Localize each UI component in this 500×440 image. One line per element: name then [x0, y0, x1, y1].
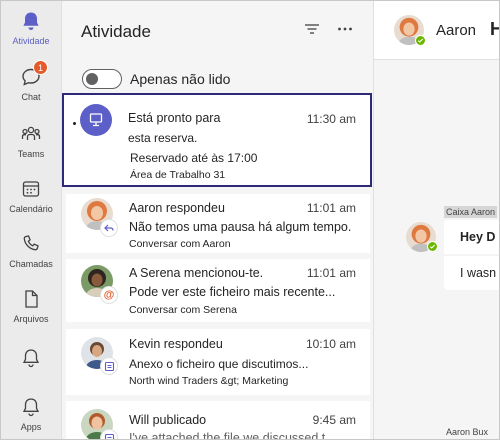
rail-item-teams[interactable]: Teams	[0, 123, 62, 159]
message-sender: Aaron Bux	[446, 427, 489, 437]
card-title: Aaron respondeu	[129, 201, 225, 215]
card-text: I've attached the file we discussed t...	[129, 431, 336, 440]
phone-icon	[23, 235, 39, 251]
page-title: Atividade	[81, 22, 151, 41]
reply-icon	[100, 219, 118, 237]
chat-pane: Aaron H Caixa Aaron Hey D I wasn Aaron B…	[374, 0, 500, 440]
message-text: Hey D	[460, 230, 496, 244]
app-rail: Atividade 1 Chat Teams Calendário Chamad…	[0, 0, 62, 440]
unread-only-toggle[interactable]	[82, 69, 122, 89]
rail-label: Chat	[21, 92, 41, 102]
card-subtitle: North wind Traders &gt; Marketing	[129, 375, 289, 387]
rail-item-calls[interactable]: Chamadas	[0, 233, 62, 269]
activity-header: Atividade	[62, 0, 373, 60]
toggle-label: Apenas não lido	[130, 71, 231, 87]
card-time: 11:01 am	[306, 266, 356, 280]
activity-card-kevin[interactable]: Kevin respondeu 10:10 am Anexo o ficheir…	[66, 329, 370, 395]
filter-icon[interactable]	[304, 22, 320, 36]
message-bubble[interactable]: Hey D	[444, 220, 500, 254]
activity-card-serena[interactable]: @ A Serena mencionou-te. 11:01 am Pode v…	[66, 259, 370, 322]
card-time: 9:45 am	[312, 413, 356, 427]
message-bubble[interactable]: I wasn	[444, 256, 500, 290]
mention-icon: @	[100, 286, 118, 304]
card-time: 11:01 am	[306, 201, 356, 215]
calendar-icon	[22, 181, 40, 197]
bell-icon	[22, 349, 40, 368]
chat-icon-wrap: 1	[20, 60, 48, 88]
unread-dot	[73, 122, 76, 125]
card-title: A Serena mencionou-te.	[129, 266, 264, 280]
activity-card-reservation[interactable]: Está pronto para 11:30 am esta reserva. …	[62, 93, 372, 187]
rail-item-activity[interactable]: Atividade	[0, 10, 62, 46]
activity-card-aaron[interactable]: Aaron respondeu 11:01 am Não temos uma p…	[66, 194, 370, 253]
message-sender: Caixa Aaron	[444, 206, 498, 218]
message-text: I wasn	[460, 266, 497, 280]
card-text: Reservado até às 17:00	[130, 151, 258, 165]
chat-header: Aaron H	[374, 0, 500, 60]
rail-item-files[interactable]: Arquivos	[0, 288, 62, 324]
teams-icon	[21, 126, 41, 140]
card-time: 11:30 am	[306, 112, 356, 126]
activity-panel: Atividade Apenas não lido Está pronto pa…	[62, 0, 374, 440]
rail-item-apps[interactable]: Apps	[0, 396, 62, 432]
card-text: esta reserva.	[128, 131, 198, 145]
rail-label: Chamadas	[9, 259, 53, 269]
card-text: Não temos uma pausa há algum tempo.	[129, 220, 352, 234]
rail-item-calendar[interactable]: Calendário	[0, 178, 62, 214]
card-title: Está pronto para	[128, 111, 221, 125]
channel-icon	[100, 357, 118, 375]
rail-item-chat[interactable]: 1 Chat	[0, 60, 62, 102]
rail-label: Atividade	[12, 36, 50, 46]
apps-icon	[22, 398, 40, 417]
activity-card-will[interactable]: Will publicado 9:45 am I've attached the…	[66, 401, 370, 440]
card-time: 10:10 am	[305, 337, 356, 351]
chat-header-extra: H	[490, 19, 500, 39]
card-subtitle: Área de Trabalho 31	[130, 169, 226, 181]
chat-contact-name[interactable]: Aaron	[436, 22, 476, 39]
card-text: Anexo o ficheiro que discutimos...	[129, 357, 309, 371]
more-icon[interactable]	[336, 22, 354, 36]
rail-label: Calendário	[9, 204, 53, 214]
rail-label: Teams	[17, 149, 45, 159]
rail-label: Apps	[20, 422, 42, 432]
presence-available-icon	[427, 241, 438, 252]
presence-available-icon	[415, 35, 426, 46]
card-subtitle: Conversar com Aaron	[129, 238, 231, 250]
card-title: Kevin respondeu	[129, 337, 223, 351]
desk-icon	[80, 104, 112, 136]
unread-only-toggle-row: Apenas não lido	[82, 69, 230, 89]
card-subtitle: Conversar com Serena	[129, 304, 237, 316]
bell-icon	[23, 12, 39, 30]
file-icon	[25, 290, 38, 308]
card-title: Will publicado	[129, 413, 207, 427]
card-text: Pode ver este ficheiro mais recente...	[129, 285, 336, 299]
toggle-knob	[86, 73, 98, 85]
unread-count-badge: 1	[33, 60, 48, 75]
channel-icon	[100, 429, 118, 440]
rail-item-notifications[interactable]	[0, 347, 62, 369]
rail-label: Arquivos	[13, 314, 49, 324]
